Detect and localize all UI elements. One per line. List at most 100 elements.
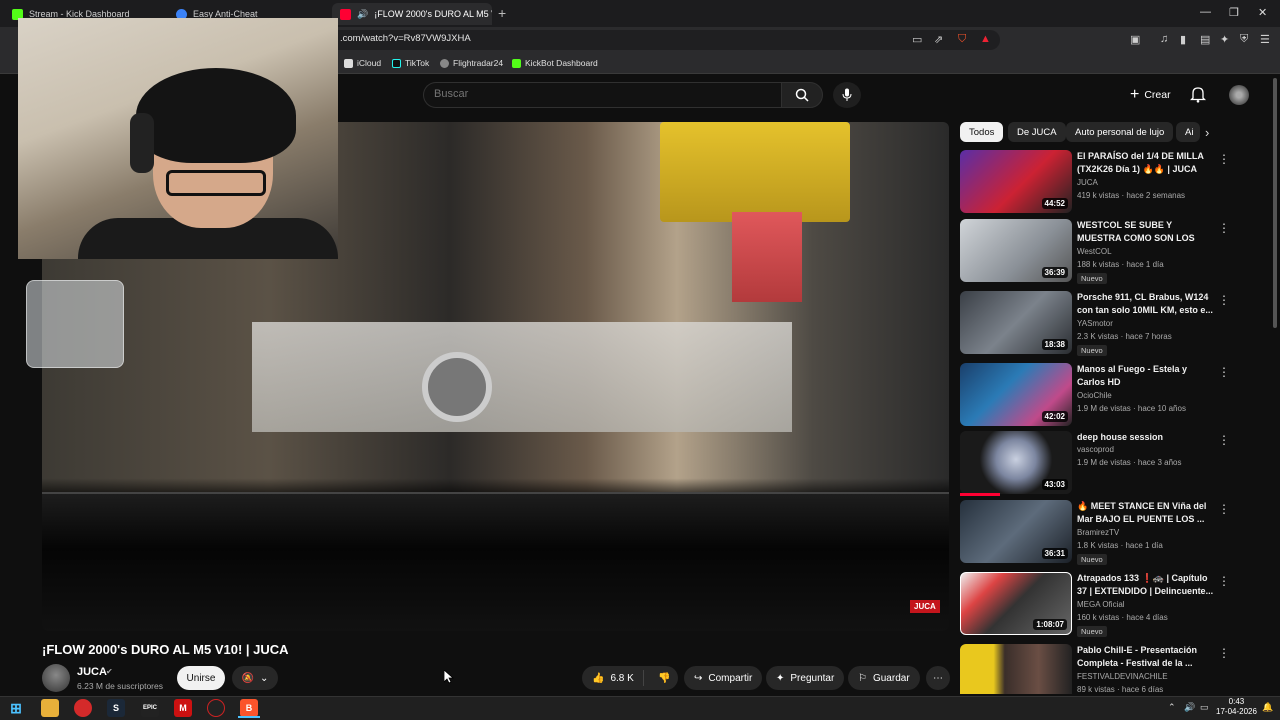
more-vertical-icon[interactable]: ⋮ xyxy=(1218,152,1230,166)
video-thumbnail[interactable]: 42:02 xyxy=(960,363,1072,426)
chip-from-channel[interactable]: De JUCA xyxy=(1008,122,1066,142)
system-clock[interactable]: 0:43 17-04-2026 xyxy=(1216,697,1257,717)
recommendation-channel[interactable]: YASmotor xyxy=(1077,319,1113,328)
search-button[interactable] xyxy=(781,82,823,108)
video-thumbnail[interactable]: 44:52 xyxy=(960,150,1072,213)
recommendation-item[interactable]: 42:02 Manos al Fuego - Estela y Carlos H… xyxy=(960,363,1270,429)
recommendation-item[interactable]: 36:31 🔥 MEET STANCE EN Viña del Mar BAJO… xyxy=(960,500,1270,566)
recommendation-title[interactable]: Atrapados 133 ❗🚓 | Capítulo 37 | EXTENDI… xyxy=(1077,572,1217,598)
app-icon[interactable] xyxy=(74,699,92,717)
recommendation-item[interactable]: Pablo Chill-E - Presentación Completa - … xyxy=(960,644,1270,694)
recommendation-title[interactable]: Manos al Fuego - Estela y Carlos HD xyxy=(1077,363,1217,389)
channel-name[interactable]: JUCA xyxy=(77,666,107,678)
webcam-element xyxy=(136,68,296,163)
share-button[interactable]: ↪ Compartir xyxy=(684,666,763,690)
tab-youtube-video[interactable]: 🔊 ¡FLOW 2000's DURO AL M5 V ✕ xyxy=(332,3,492,25)
voice-search-button[interactable] xyxy=(833,82,861,108)
chip-more[interactable]: Ai xyxy=(1176,122,1200,142)
more-vertical-icon[interactable]: ⋮ xyxy=(1218,221,1230,235)
recommendation-item[interactable]: 18:38 Porsche 911, CL Brabus, W124 con t… xyxy=(960,291,1270,357)
steam-icon[interactable]: S xyxy=(107,699,125,717)
subscription-notifications-button[interactable]: 🔕 ⌄ xyxy=(232,666,278,690)
recommendation-channel[interactable]: WestCOL xyxy=(1077,247,1112,256)
recommendation-title[interactable]: Porsche 911, CL Brabus, W124 con tan sol… xyxy=(1077,291,1217,317)
scrollbar-thumb[interactable] xyxy=(1273,78,1277,328)
more-vertical-icon[interactable]: ⋮ xyxy=(1218,433,1230,447)
like-button[interactable]: 👍 6.8 K xyxy=(582,670,644,686)
recommendation-title[interactable]: El PARAÍSO del 1/4 DE MILLA (TX2K26 Día … xyxy=(1077,150,1217,176)
sidebar-panel-icon[interactable]: ▣ xyxy=(1130,33,1140,46)
more-vertical-icon[interactable]: ⋮ xyxy=(1218,502,1230,516)
chevron-up-icon[interactable]: ⌃ xyxy=(1168,702,1176,713)
wallet-icon[interactable]: ▤ xyxy=(1200,33,1210,46)
windows-start-icon[interactable]: ⊞ xyxy=(7,699,25,717)
menu-icon[interactable]: ☰ xyxy=(1260,33,1270,46)
brave-browser-icon[interactable]: B xyxy=(240,699,258,717)
create-button[interactable]: + Crear xyxy=(1122,83,1179,107)
notifications-button[interactable] xyxy=(1189,86,1207,108)
leo-ai-icon[interactable]: ✦ xyxy=(1220,33,1229,46)
recommendation-channel[interactable]: OcioChile xyxy=(1077,391,1112,400)
network-icon[interactable]: ▭ xyxy=(1200,702,1209,713)
recommendation-channel[interactable]: MEGA Oficial xyxy=(1077,600,1125,609)
recommendation-title[interactable]: 🔥 MEET STANCE EN Viña del Mar BAJO EL PU… xyxy=(1077,500,1217,526)
recommendation-item[interactable]: 43:03 deep house session vascoprod 1.9 M… xyxy=(960,431,1270,497)
file-explorer-icon[interactable] xyxy=(41,699,59,717)
epic-games-icon[interactable]: EPIC xyxy=(141,699,159,717)
more-actions-button[interactable]: ⋯ xyxy=(926,666,950,690)
create-label: Crear xyxy=(1144,89,1171,101)
url-text[interactable]: .com/watch?v=Rv87VW9JXHA xyxy=(340,33,471,44)
more-vertical-icon[interactable]: ⋮ xyxy=(1218,574,1230,588)
channel-avatar[interactable] xyxy=(42,664,70,692)
recommendation-channel[interactable]: BramirezTV xyxy=(1077,528,1119,537)
reader-icon[interactable]: ▮ xyxy=(1180,33,1186,46)
media-icon[interactable]: ♫ xyxy=(1160,33,1168,45)
microphone-icon xyxy=(842,88,852,101)
new-badge: Nuevo xyxy=(1077,273,1107,284)
minimize-icon[interactable]: — xyxy=(1200,6,1211,18)
ask-button[interactable]: ✦ Preguntar xyxy=(766,666,845,690)
bookmark-kickbot[interactable]: KickBot Dashboard xyxy=(512,58,598,68)
recommendation-item[interactable]: 36:39 WESTCOL SE SUBE Y MUESTRA COMO SON… xyxy=(960,219,1270,285)
bookmark-icloud[interactable]: iCloud xyxy=(344,58,381,68)
video-thumbnail[interactable]: 18:38 xyxy=(960,291,1072,354)
app-icon[interactable] xyxy=(207,699,225,717)
search-input[interactable] xyxy=(434,88,764,100)
recommendation-title[interactable]: deep house session xyxy=(1077,431,1217,444)
chip-all[interactable]: Todos xyxy=(960,122,1004,142)
recommendation-title[interactable]: WESTCOL SE SUBE Y MUESTRA COMO SON LOS C… xyxy=(1077,219,1217,245)
more-vertical-icon[interactable]: ⋮ xyxy=(1218,646,1230,660)
video-thumbnail[interactable]: 43:03 xyxy=(960,431,1072,494)
more-vertical-icon[interactable]: ⋮ xyxy=(1218,365,1230,379)
chevron-right-icon[interactable]: › xyxy=(1205,125,1209,140)
recommendation-channel[interactable]: vascoprod xyxy=(1077,445,1114,454)
new-tab-icon[interactable]: + xyxy=(498,5,506,21)
chip-luxury-car[interactable]: Auto personal de lujo xyxy=(1066,122,1174,142)
join-button[interactable]: Unirse xyxy=(177,666,225,690)
bookmark-flightradar[interactable]: Flightradar24 xyxy=(440,58,503,68)
more-vertical-icon[interactable]: ⋮ xyxy=(1218,293,1230,307)
dislike-button[interactable]: 👎 xyxy=(650,673,670,684)
close-window-icon[interactable]: ✕ xyxy=(1258,6,1267,19)
bookmark-tiktok[interactable]: TikTok xyxy=(392,58,429,68)
volume-icon[interactable]: 🔊 xyxy=(1184,702,1195,713)
vpn-icon[interactable]: ⛨ xyxy=(1240,33,1248,46)
video-thumbnail[interactable]: 1:08:07 xyxy=(960,572,1072,635)
msi-afterburner-icon[interactable]: M xyxy=(174,699,192,717)
recommendation-title[interactable]: Pablo Chill-E - Presentación Completa - … xyxy=(1077,644,1217,670)
recommendation-item[interactable]: 44:52 El PARAÍSO del 1/4 DE MILLA (TX2K2… xyxy=(960,150,1270,216)
recommendation-channel[interactable]: FESTIVALDEVINACHILE xyxy=(1077,672,1168,681)
restore-icon[interactable]: ❐ xyxy=(1229,6,1239,19)
account-avatar[interactable] xyxy=(1229,85,1249,105)
video-thumbnail[interactable]: 36:39 xyxy=(960,219,1072,282)
video-thumbnail[interactable]: 36:31 xyxy=(960,500,1072,563)
recommendation-channel[interactable]: JUCA xyxy=(1077,178,1098,187)
cast-icon[interactable]: ▭ xyxy=(912,33,922,46)
brave-shields-icon[interactable]: ⛉ xyxy=(958,33,966,46)
share-page-icon[interactable]: ⇗ xyxy=(934,33,943,46)
brave-rewards-icon[interactable]: ▲ xyxy=(980,33,991,45)
notification-bell-icon[interactable]: 🔔 xyxy=(1262,702,1273,713)
video-thumbnail[interactable] xyxy=(960,644,1072,694)
save-button[interactable]: ⚐ Guardar xyxy=(848,666,920,690)
recommendation-item[interactable]: 1:08:07 Atrapados 133 ❗🚓 | Capítulo 37 |… xyxy=(960,572,1270,638)
